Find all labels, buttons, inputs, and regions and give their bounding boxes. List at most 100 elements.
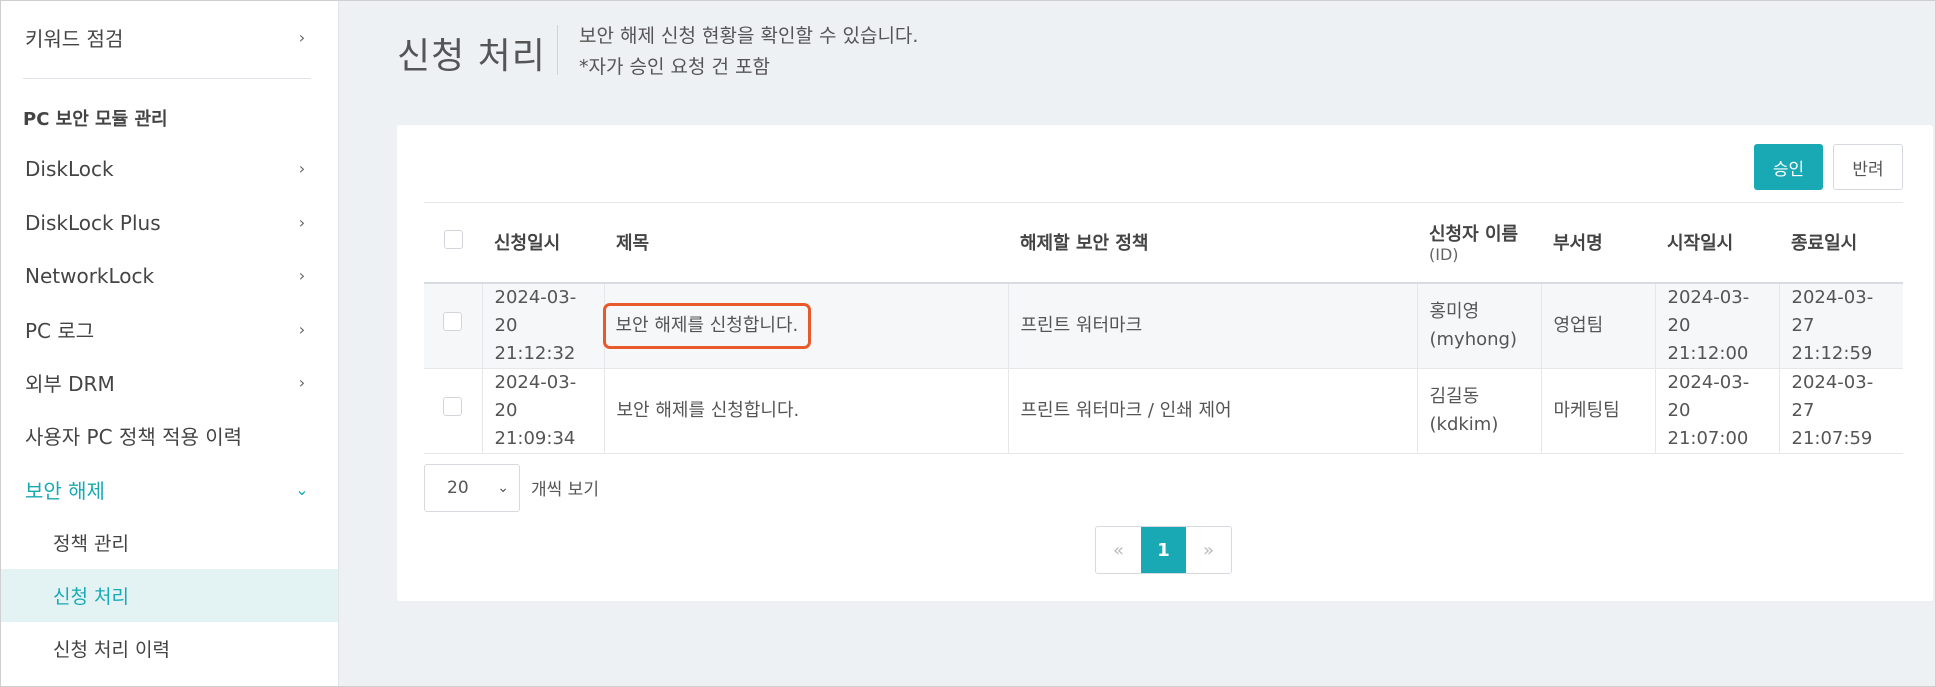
policy-cell: 프린트 워터마크 / 인쇄 제어 [1007, 368, 1417, 453]
approve-button[interactable]: 승인 [1754, 144, 1823, 190]
start-time: 21:12:00 [1667, 342, 1749, 364]
page-title: 신청 처리 [397, 36, 546, 77]
title-cell: 보안 해제를 신청합니다. [603, 368, 1008, 453]
table-row[interactable]: 2024-03-20 21:09:34 보안 해제를 신청합니다. 프린트 워터… [424, 368, 1903, 453]
column-header-policy[interactable]: 해제할 보안 정책 [1008, 203, 1417, 283]
sidebar: 키워드 점검 › PC 보안 모듈 관리 DiskLock › DiskLock… [1, 1, 339, 686]
end-cell: 2024-03-27 21:12:59 [1778, 282, 1903, 368]
start-cell: 2024-03-20 21:07:00 [1654, 368, 1779, 453]
sidebar-item-label: 정책 관리 [53, 533, 129, 555]
sidebar-item-label: 신청 처리 [53, 586, 129, 608]
column-header-requester-sub: (ID) [1429, 245, 1459, 265]
requester-id: (myhong) [1429, 328, 1518, 350]
table-header-row: 신청일시 제목 해제할 보안 정책 신청자 이름 (ID) 부서명 시작일시 종… [424, 202, 1903, 283]
sidebar-divider [23, 78, 311, 79]
column-header-requester[interactable]: 신청자 이름 (ID) [1417, 203, 1541, 283]
requested-at-cell: 2024-03-20 21:12:32 [481, 282, 604, 368]
sidebar-item-label: DiskLock [25, 156, 114, 181]
pagination: « 1 » [1095, 526, 1232, 574]
sidebar-item-label: 신청 처리 이력 [53, 639, 170, 661]
chevron-down-icon: ⌄ [295, 480, 309, 499]
requester-name: 홍미영 [1429, 300, 1480, 322]
sidebar-item-label: DiskLock Plus [25, 210, 161, 235]
main-content: 신청 처리 보안 해제 신청 현황을 확인할 수 있습니다. *자가 승인 요청… [339, 1, 1935, 686]
table-row[interactable]: 2024-03-20 21:12:32 보안 해제를 신청합니다. 프린트 워터… [424, 282, 1903, 369]
requested-at-cell: 2024-03-20 21:09:34 [481, 368, 604, 453]
start-date: 2024-03-20 [1667, 286, 1750, 336]
requester-id: (kdkim) [1429, 413, 1499, 435]
end-time: 21:12:59 [1791, 342, 1873, 364]
sidebar-item-networklock[interactable]: NetworkLock › [1, 249, 338, 302]
row-checkbox[interactable] [443, 396, 463, 416]
end-cell: 2024-03-27 21:07:59 [1778, 368, 1903, 453]
request-list-card: 승인 반려 신청일시 제목 해제할 보안 정책 신청자 이름 (ID) 부서명 … [397, 125, 1933, 601]
request-title-link[interactable]: 보안 해제를 신청합니다. [617, 400, 800, 421]
next-page-button[interactable]: » [1186, 527, 1231, 573]
chevron-right-icon: › [298, 28, 306, 47]
requested-time: 21:12:32 [494, 342, 576, 364]
end-date: 2024-03-27 [1791, 286, 1874, 336]
sidebar-item-disklock[interactable]: DiskLock › [1, 142, 338, 195]
sidebar-subitem-request-processing[interactable]: 신청 처리 [1, 569, 338, 622]
column-header-title[interactable]: 제목 [604, 203, 1008, 283]
chevron-right-icon: › [298, 320, 306, 339]
sidebar-item-label: 보안 해제 [25, 479, 105, 503]
start-time: 21:07:00 [1667, 427, 1749, 449]
column-header-department[interactable]: 부서명 [1541, 203, 1655, 283]
request-table: 신청일시 제목 해제할 보안 정책 신청자 이름 (ID) 부서명 시작일시 종… [424, 202, 1903, 454]
start-cell: 2024-03-20 21:12:00 [1654, 282, 1779, 368]
sidebar-item-label: 외부 DRM [25, 372, 115, 396]
reject-button[interactable]: 반려 [1833, 144, 1903, 190]
page-description-note: *자가 승인 요청 건 포함 [579, 56, 770, 78]
policy-cell: 프린트 워터마크 [1007, 282, 1417, 368]
sidebar-item-label: PC 로그 [25, 319, 95, 343]
start-date: 2024-03-20 [1667, 371, 1750, 421]
chevron-down-icon: ⌄ [497, 480, 509, 496]
requester-cell: 홍미영 (myhong) [1416, 282, 1541, 368]
sidebar-item-keyword-check[interactable]: 키워드 점검 › [1, 11, 338, 64]
chevron-right-icon: › [298, 266, 306, 285]
chevron-right-icon: › [298, 373, 306, 392]
page-size-select[interactable]: 20 ⌄ [424, 464, 520, 512]
page-description: 보안 해제 신청 현황을 확인할 수 있습니다. *자가 승인 요청 건 포함 [579, 21, 918, 83]
sidebar-item-label: 사용자 PC 정책 적용 이력 [25, 425, 243, 449]
page-size-label: 개씩 보기 [531, 480, 599, 500]
department-cell: 영업팀 [1540, 282, 1655, 368]
sidebar-section-title: PC 보안 모듈 관리 [23, 109, 168, 130]
requester-name: 김길동 [1429, 385, 1480, 407]
sidebar-item-user-pc-policy-history[interactable]: 사용자 PC 정책 적용 이력 [1, 409, 338, 462]
sidebar-subitem-request-history[interactable]: 신청 처리 이력 [1, 622, 338, 675]
requested-date: 2024-03-20 [494, 371, 577, 421]
chevron-right-icon: › [298, 213, 306, 232]
page-description-line: 보안 해제 신청 현황을 확인할 수 있습니다. [579, 25, 919, 47]
sidebar-item-disklock-plus[interactable]: DiskLock Plus › [1, 196, 338, 249]
title-cell: 보안 해제를 신청합니다. [602, 282, 1008, 368]
request-title-link[interactable]: 보안 해제를 신청합니다. [602, 302, 812, 349]
row-checkbox[interactable] [443, 311, 463, 331]
app-frame: 키워드 점검 › PC 보안 모듈 관리 DiskLock › DiskLock… [0, 0, 1936, 687]
department-cell: 마케팅팀 [1540, 368, 1655, 453]
sidebar-item-label: NetworkLock [25, 263, 155, 288]
page-button-current[interactable]: 1 [1141, 527, 1186, 573]
select-all-cell [424, 203, 482, 283]
column-header-end[interactable]: 종료일시 [1779, 203, 1903, 283]
sidebar-item-security-release[interactable]: 보안 해제 ⌄ [1, 463, 338, 516]
requested-time: 21:09:34 [494, 427, 576, 449]
select-all-checkbox[interactable] [443, 230, 463, 250]
column-header-start[interactable]: 시작일시 [1655, 203, 1779, 283]
sidebar-item-external-drm[interactable]: 외부 DRM › [1, 356, 338, 409]
sidebar-subitem-policy-management[interactable]: 정책 관리 [1, 516, 338, 569]
title-divider [557, 25, 558, 75]
end-date: 2024-03-27 [1791, 371, 1874, 421]
requested-date: 2024-03-20 [494, 286, 577, 336]
sidebar-item-pc-log[interactable]: PC 로그 › [1, 303, 338, 356]
column-header-requested-at[interactable]: 신청일시 [482, 203, 604, 283]
prev-page-button[interactable]: « [1096, 527, 1141, 573]
row-select-cell [424, 283, 482, 369]
page-size-value: 20 [447, 478, 469, 498]
end-time: 21:07:59 [1791, 427, 1873, 449]
sidebar-item-label: 키워드 점검 [25, 27, 124, 51]
row-select-cell [424, 368, 482, 453]
requester-cell: 김길동 (kdkim) [1416, 368, 1541, 453]
chevron-right-icon: › [298, 159, 306, 178]
